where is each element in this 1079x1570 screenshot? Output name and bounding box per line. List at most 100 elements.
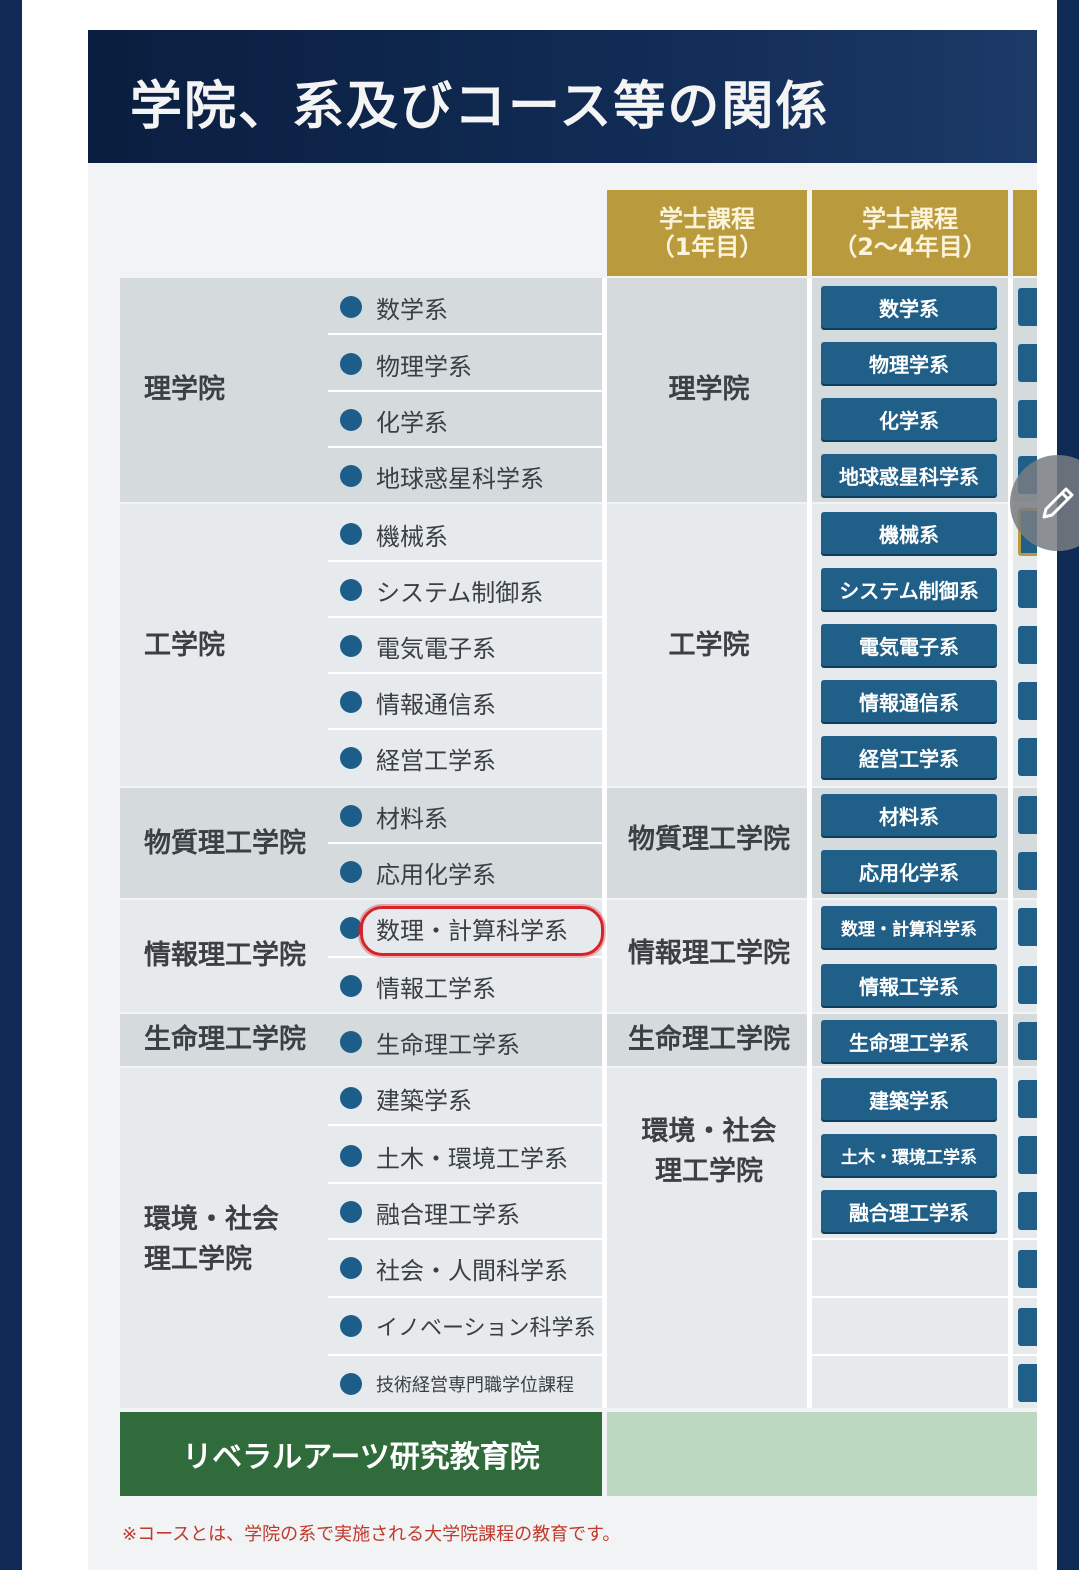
header-year2-4: 学士課程 （2～4年目）: [812, 190, 1008, 276]
course-stub: [1018, 288, 1037, 326]
row-separator: [328, 1182, 602, 1184]
liberal-arts-bar: リベラルアーツ研究教育院: [120, 1412, 602, 1496]
course-stub: [1018, 344, 1037, 382]
bullet-icon: [340, 805, 362, 827]
bullet-icon: [340, 691, 362, 713]
department-pill: 建築学系: [821, 1078, 997, 1120]
bullet-icon: [340, 579, 362, 601]
department-pill: 応用化学系: [821, 850, 997, 892]
row-separator: [808, 1354, 1037, 1356]
department-item: 地球惑星科学系: [340, 456, 544, 496]
department-pill: 情報工学系: [821, 964, 997, 1006]
row-separator: [328, 842, 602, 844]
row-separator: [328, 560, 602, 562]
year1-school-science: 理学院: [668, 374, 750, 405]
bullet-icon: [340, 523, 362, 545]
school-label-science: 理学院: [144, 374, 225, 405]
row-separator: [328, 728, 602, 730]
department-pill: 材料系: [821, 794, 997, 836]
bullet-icon: [340, 296, 362, 318]
row-separator: [808, 1296, 1037, 1298]
course-stub: [1018, 966, 1037, 1004]
row-separator: [328, 333, 602, 335]
row-separator: [328, 956, 602, 958]
department-item: 情報工学系: [340, 966, 496, 1006]
header-year1: 学士課程 （1年目）: [607, 190, 807, 276]
department-item: 経営工学系: [340, 738, 496, 778]
row-separator: [328, 446, 602, 448]
content-card: 学院、系及びコース等の関係 学士課程 （1年目） 学士課程 （2～4年目） 理学…: [22, 0, 1057, 1570]
department-pill: 融合理工学系: [821, 1190, 997, 1232]
course-stub: [1018, 1136, 1037, 1174]
course-stub: [1018, 682, 1037, 720]
figure-title: 学院、系及びコース等の関係: [130, 76, 830, 137]
bullet-icon: [340, 975, 362, 997]
course-stub: [1018, 570, 1037, 608]
department-item: 情報通信系: [340, 682, 496, 722]
bullet-icon: [340, 1201, 362, 1223]
bullet-icon: [340, 635, 362, 657]
organization-figure: 学院、系及びコース等の関係 学士課程 （1年目） 学士課程 （2～4年目） 理学…: [88, 30, 1037, 1570]
column-separator: [602, 278, 607, 1408]
liberal-arts-extension: [607, 1412, 1037, 1496]
row-separator: [328, 1354, 602, 1356]
row-separator: [328, 672, 602, 674]
school-label-materials: 物質理工学院: [144, 828, 306, 859]
bullet-icon: [340, 1257, 362, 1279]
year1-school-environment: 環境・社会 理工学院: [641, 1116, 777, 1187]
course-stub: [1018, 1192, 1037, 1230]
row-separator: [328, 1296, 602, 1298]
department-pill: 地球惑星科学系: [821, 454, 997, 496]
department-pill: 経営工学系: [821, 736, 997, 778]
school-label-engineering: 工学院: [144, 630, 225, 661]
course-stub: [1018, 1022, 1037, 1060]
pencil-icon: [1042, 487, 1074, 519]
year1-school-computing: 情報理工学院: [628, 938, 790, 969]
department-item: 機械系: [340, 514, 448, 554]
row-separator: [808, 1238, 1037, 1240]
course-stub: [1018, 908, 1037, 946]
department-item: 物理学系: [340, 344, 472, 384]
bullet-icon: [340, 747, 362, 769]
department-pill: 数学系: [821, 286, 997, 328]
year1-school-engineering: 工学院: [668, 630, 750, 661]
course-stub: [1018, 738, 1037, 776]
department-pill: 電気電子系: [821, 624, 997, 666]
footnote: ※コースとは、学院の系で実施される大学院課程の教育です。: [122, 1524, 621, 1545]
department-item: 生命理工学系: [340, 1022, 520, 1062]
course-stub: [1018, 1364, 1037, 1402]
bullet-icon: [340, 861, 362, 883]
bullet-icon: [340, 1373, 362, 1395]
department-pill: 情報通信系: [821, 680, 997, 722]
department-item: イノベーション科学系: [340, 1306, 596, 1346]
department-item: 土木・環境工学系: [340, 1136, 568, 1176]
course-stub: [1018, 400, 1037, 438]
course-stub: [1018, 626, 1037, 664]
row-separator: [328, 1124, 602, 1126]
red-circle-annotation: [360, 906, 604, 956]
header-next-column: [1013, 190, 1037, 276]
department-item: 融合理工学系: [340, 1192, 520, 1232]
department-pill: 物理学系: [821, 342, 997, 384]
course-stub: [1018, 1308, 1037, 1346]
school-label-computing: 情報理工学院: [144, 940, 306, 971]
department-item: システム制御系: [340, 570, 543, 610]
department-pill: 化学系: [821, 398, 997, 440]
department-pill: 数理・計算科学系: [821, 906, 997, 948]
school-label-life-science: 生命理工学院: [144, 1024, 306, 1055]
bullet-icon: [340, 1031, 362, 1053]
year1-school-life-science: 生命理工学院: [628, 1024, 790, 1055]
department-item: 技術経営専門職学位課程: [340, 1364, 574, 1404]
bullet-icon: [340, 1087, 362, 1109]
department-item: 材料系: [340, 796, 448, 836]
row-separator: [328, 1238, 602, 1240]
row-separator: [328, 390, 602, 392]
department-item: 応用化学系: [340, 852, 496, 892]
department-item: 電気電子系: [340, 626, 496, 666]
department-pill: システム制御系: [821, 568, 997, 610]
course-stub: [1018, 1250, 1037, 1288]
bullet-icon: [340, 1145, 362, 1167]
title-banner: 学院、系及びコース等の関係: [88, 30, 1037, 163]
department-pill: 土木・環境工学系: [821, 1134, 997, 1176]
bullet-icon: [340, 1315, 362, 1337]
